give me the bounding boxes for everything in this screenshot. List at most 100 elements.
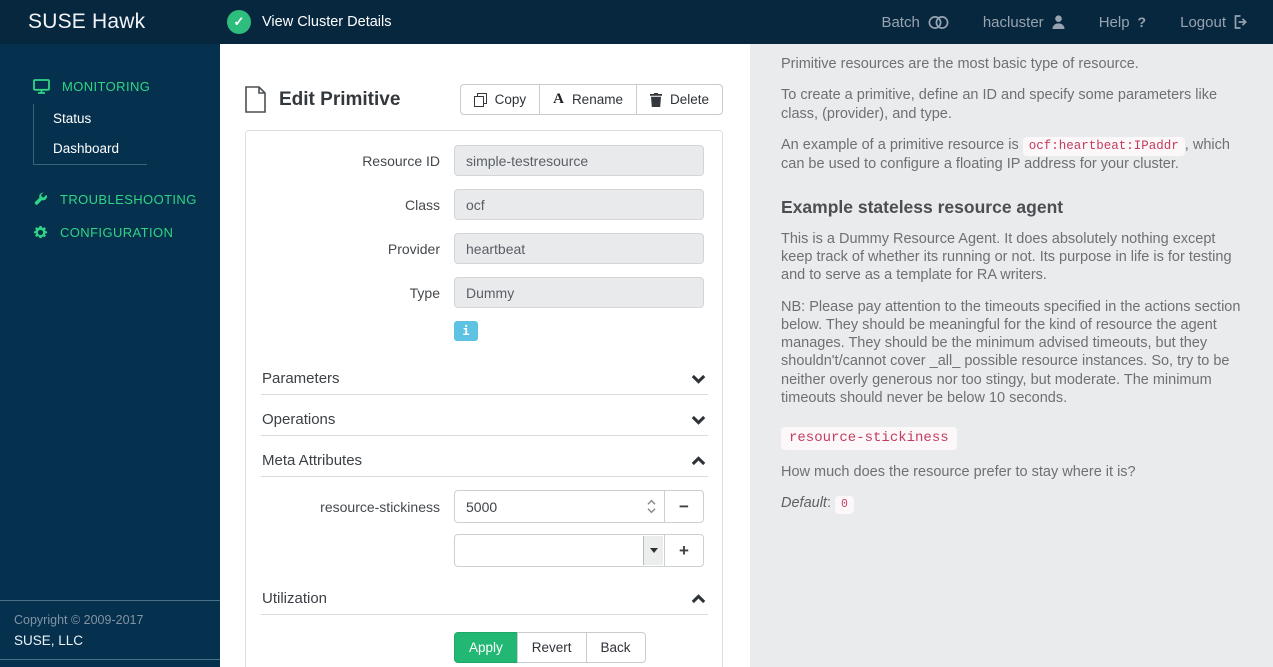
monitor-icon [33,79,50,94]
sidebar-nav: MONITORING Status Dashboard TROUBLESHOOT… [0,44,220,249]
agent-info-button[interactable]: i [454,321,478,341]
type-field [454,277,704,308]
section-operations[interactable]: Operations [261,399,708,436]
wrench-icon [33,192,48,207]
page-title: Edit Primitive [279,88,401,110]
new-attribute-select-value [455,535,642,566]
operations-label: Operations [262,411,336,428]
page-header: Edit Primitive Copy A Rename Delete [245,84,723,115]
select-dropdown-icon [643,536,663,565]
resource-id-field [454,145,704,176]
sidebar-item-dashboard[interactable]: Dashboard [34,134,147,164]
copy-icon [473,92,487,107]
default-label: Default [781,495,827,512]
agent-description-heading: Example stateless resource agent [781,196,1064,217]
parameter-description: How much does the resource prefer to sta… [781,463,1136,480]
help-paragraph: This is a Dummy Resource Agent. It does … [781,230,1232,284]
chevron-up-icon [691,455,706,466]
number-spinner-icon[interactable] [647,490,656,523]
default-separator: : [826,495,836,512]
logout-label: Logout [1180,13,1226,31]
resource-id-label: Resource ID [362,152,440,169]
section-utilization[interactable]: Utilization [261,578,708,615]
delete-label: Delete [669,92,709,107]
question-icon: ? [1137,14,1147,30]
rename-icon: A [553,91,564,107]
username-label: hacluster [982,13,1044,31]
apply-button[interactable]: Apply [454,632,518,663]
user-icon [1052,15,1065,29]
help-paragraph: Primitive resources are the most basic t… [781,56,1139,72]
copy-label: Copy [494,92,527,107]
info-row: i [454,321,708,341]
section-meta-attributes[interactable]: Meta Attributes [261,440,708,477]
sidebar-item-configuration[interactable]: CONFIGURATION [0,216,220,249]
back-button[interactable]: Back [585,632,646,663]
trash-icon [649,92,662,107]
rename-label: Rename [571,92,623,107]
default-value-badge: 0 [835,496,854,515]
meta-attributes-body: resource-stickiness − [261,490,708,567]
batch-toggle-icon [928,15,949,30]
sign-out-icon [1234,15,1249,29]
app-window: SUSE Hawk ✓ View Cluster Details Batch h… [0,0,1273,667]
delete-button[interactable]: Delete [635,84,723,115]
copyright-text: Copyright © 2009-2017 [14,613,144,627]
cluster-ok-icon: ✓ [227,10,251,34]
help-paragraph: An example of a primitive resource is oc… [781,136,1247,173]
form-row: Resource ID [261,145,708,176]
sidebar-item-status[interactable]: Status [34,104,147,134]
user-menu-item[interactable]: hacluster [983,14,1065,31]
brand-logo[interactable]: SUSE Hawk [0,10,220,34]
revert-button[interactable]: Revert [516,632,587,663]
cluster-status-label: View Cluster Details [262,14,392,30]
primitive-form-card: Resource ID Class Provider Type [245,130,723,667]
provider-field [454,233,704,264]
help-paragraph: NB: Please pay attention to the timeouts… [781,298,1241,406]
parameter-name-badge-row: resource-stickiness [781,427,1247,451]
remove-attribute-button[interactable]: − [664,490,704,523]
gear-icon [33,225,48,240]
copy-button[interactable]: Copy [459,84,541,115]
rename-button[interactable]: A Rename [539,84,637,115]
sidebar-item-troubleshooting[interactable]: TROUBLESHOOTING [0,183,220,216]
resource-stickiness-input[interactable] [454,490,665,523]
code-snippet: ocf:heartbeat:IPaddr [1022,136,1185,156]
edit-primitive-panel: Edit Primitive Copy A Rename Delete Reso… [220,44,750,667]
resource-toolbar: Copy A Rename Delete [459,84,723,115]
sidebar-footer: Copyright © 2009-2017 SUSE, LLC [0,600,220,660]
batch-menu-item[interactable]: Batch [881,13,949,31]
parameter-default-row: Default: 0 [781,494,1247,515]
help-paragraph: To create a primitive, define an ID and … [781,87,1218,122]
help-menu-item[interactable]: Help ? [1099,14,1146,31]
configuration-label: CONFIGURATION [60,225,174,240]
logout-menu-item[interactable]: Logout [1180,14,1249,31]
form-actions: Apply Revert Back [454,632,708,663]
add-attribute-button[interactable]: + [664,534,704,567]
utilization-label: Utilization [262,590,328,607]
section-parameters[interactable]: Parameters [261,358,708,395]
type-label: Type [409,284,440,301]
document-icon [245,86,266,113]
form-row: Type [261,277,708,308]
help-text: An example of a primitive resource is [781,136,1023,153]
cluster-status-link[interactable]: ✓ View Cluster Details [227,10,391,34]
parameter-name-badge: resource-stickiness [781,427,957,451]
monitoring-label: MONITORING [62,79,151,94]
chevron-down-icon [691,374,706,384]
provider-label: Provider [387,240,440,257]
company-name: SUSE, LLC [14,633,84,648]
class-label: Class [404,196,440,213]
sidebar-item-monitoring[interactable]: MONITORING [0,70,220,103]
form-row: Provider [261,233,708,264]
parameters-label: Parameters [262,370,340,387]
meta-attributes-label: Meta Attributes [262,452,363,469]
batch-label: Batch [881,13,920,31]
navbar-right: Batch hacluster Help ? Logout [881,14,1273,31]
new-attribute-select[interactable] [454,534,665,567]
chevron-up-icon [691,593,706,604]
new-attribute-row: + [261,534,708,567]
sidebar: MONITORING Status Dashboard TROUBLESHOOT… [0,44,220,667]
help-label: Help [1098,13,1130,31]
resource-stickiness-label: resource-stickiness [320,498,440,515]
